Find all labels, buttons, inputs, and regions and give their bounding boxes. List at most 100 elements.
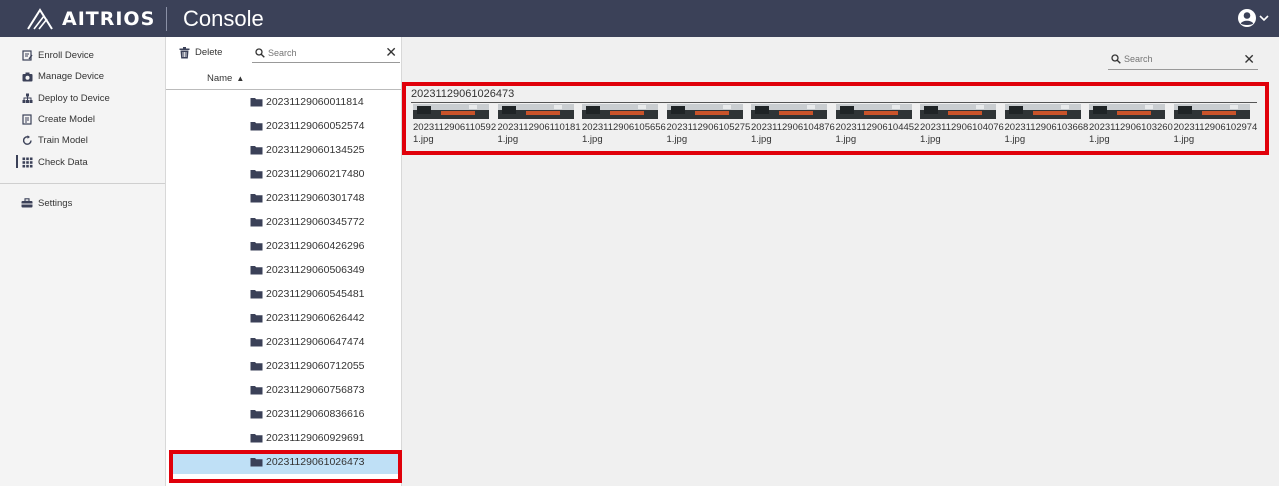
sidebar-item-manage-device[interactable]: Manage Device [0,66,165,87]
folder-name: 20231129060647474 [266,336,365,348]
folder-icon [250,314,263,323]
folder-item[interactable]: 20231129060712055 [166,354,401,378]
account-menu[interactable] [1237,8,1269,28]
folder-icon [250,266,263,275]
sidebar-item-create-model[interactable]: Create Model [0,109,165,130]
sidebar-item-train-model[interactable]: Train Model [0,130,165,151]
sidebar-item-label: Settings [38,197,73,209]
thumbnail-filename: 20231129061048761.jpg [751,122,835,145]
gallery-divider [411,102,1257,103]
folder-name: 20231129060345772 [266,216,365,228]
image-thumbnail[interactable]: 20231129061048761.jpg [751,104,836,146]
thumbnail-filename: 20231129061029741.jpg [1173,122,1258,145]
main-content: ✕ 20231129061026473 20231129061105921.jp… [402,37,1279,486]
folder-name: 20231129060626442 [266,312,365,324]
sidebar-divider [0,182,165,184]
thumbnail-image [751,104,827,119]
sidebar-nav: Enroll Device Manage Device Deploy to De… [0,37,165,173]
folder-name: 20231129060301748 [266,192,365,204]
sidebar-item-label: Enroll Device [38,50,94,62]
folder-name: 20231129060836616 [266,408,365,420]
folder-icon [250,434,263,443]
folder-name: 20231129060134525 [266,144,365,156]
folder-item[interactable]: 20231129060301748 [166,186,401,210]
aitrios-mark-icon [27,7,53,30]
image-search-input[interactable] [1124,54,1234,64]
search-icon [1111,54,1121,64]
sidebar: Enroll Device Manage Device Deploy to De… [0,37,166,486]
folder-icon [250,194,263,203]
top-bar: AITRIOS Console [0,0,1279,37]
folder-icon [250,410,263,419]
train-icon [21,135,33,147]
thumbnail-filename: 20231129061044521.jpg [835,122,920,145]
thumbnail-filename: 20231129061036681.jpg [1004,122,1089,145]
sidebar-item-deploy-to-device[interactable]: Deploy to Device [0,88,165,109]
sidebar-item-settings[interactable]: Settings [0,193,165,214]
folder-name: 20231129060011814 [266,96,364,108]
folder-icon [250,98,263,107]
sort-ascending-icon: ▲ [236,74,245,83]
folder-item[interactable]: 20231129060545481 [166,282,401,306]
delete-label: Delete [195,47,223,58]
folder-item[interactable]: 20231129060756873 [166,378,401,402]
folder-search: ✕ [252,43,400,63]
image-thumbnail[interactable]: 20231129061029741.jpg [1173,104,1259,146]
user-avatar-icon [1238,9,1256,27]
chevron-down-icon [1259,15,1269,22]
folder-search-input[interactable] [268,47,378,58]
thumbnail-image [582,104,658,119]
image-thumbnail[interactable]: 20231129061101811.jpg [497,104,583,146]
sidebar-item-enroll-device[interactable]: Enroll Device [0,45,165,66]
sidebar-item-label: Train Model [38,135,88,147]
folder-item[interactable]: 20231129060506349 [166,258,401,282]
folder-item[interactable]: 20231129060011814 [166,90,401,114]
gallery-title: 20231129061026473 [411,88,515,100]
name-column-header[interactable]: Name ▲ [166,68,401,90]
folder-list: 20231129060011814 20231129060052574 2023… [166,90,401,474]
sidebar-item-check-data[interactable]: Check Data [0,151,165,172]
folder-item[interactable]: 20231129060345772 [166,210,401,234]
folder-panel: Delete ✕ Name ▲ 20231129060011814 202311… [166,37,402,486]
thumbnail-image [1089,104,1165,119]
folder-icon [250,122,263,131]
thumbnail-filename: 20231129061105921.jpg [413,122,497,145]
folder-item[interactable]: 20231129060426296 [166,234,401,258]
toolbox-icon [21,197,33,209]
close-icon[interactable]: ✕ [385,44,397,61]
image-thumbnail[interactable]: 20231129061032601.jpg [1089,104,1174,146]
thumbnail-image [1004,104,1081,119]
folder-item[interactable]: 20231129060217480 [166,162,401,186]
brand-logo[interactable]: AITRIOS [0,0,166,37]
folder-item[interactable]: 20231129060836616 [166,402,401,426]
thumbnail-image [835,104,912,119]
image-search: ✕ [1108,49,1258,70]
folder-item[interactable]: 20231129060052574 [166,114,401,138]
thumbnail-filename: 20231129061040761.jpg [920,122,1004,145]
search-icon [255,47,265,58]
folder-name: 20231129060052574 [266,120,365,132]
folder-name: 20231129060756873 [266,384,365,396]
delete-button[interactable]: Delete [179,46,223,59]
thumbnail-filename: 20231129061101811.jpg [497,122,581,145]
image-thumbnail[interactable]: 20231129061105921.jpg [413,104,498,146]
folder-item[interactable]: 20231129060134525 [166,138,401,162]
image-thumbnail[interactable]: 20231129061056561.jpg [582,104,667,146]
image-thumbnail[interactable]: 20231129061036681.jpg [1004,104,1090,146]
image-thumbnail[interactable]: 20231129061052751.jpg [666,104,752,146]
folder-item[interactable]: 20231129060929691 [166,426,401,450]
folder-item[interactable]: 20231129060626442 [166,306,401,330]
image-thumbnail[interactable]: 20231129061044521.jpg [835,104,921,146]
folder-name: 20231129060506349 [266,264,365,276]
app-title: Console [183,5,264,31]
sidebar-item-label: Create Model [38,114,96,126]
folder-icon [250,386,263,395]
folder-name: 20231129060545481 [266,288,365,300]
image-thumbnail[interactable]: 20231129061040761.jpg [920,104,1005,146]
folder-item[interactable]: 20231129060647474 [166,330,401,354]
grid-icon [21,156,33,168]
close-icon[interactable]: ✕ [1243,51,1255,68]
folder-name: 20231129060426296 [266,240,365,252]
thumbnail-image [1173,104,1250,119]
thumbnail-image [666,104,743,119]
